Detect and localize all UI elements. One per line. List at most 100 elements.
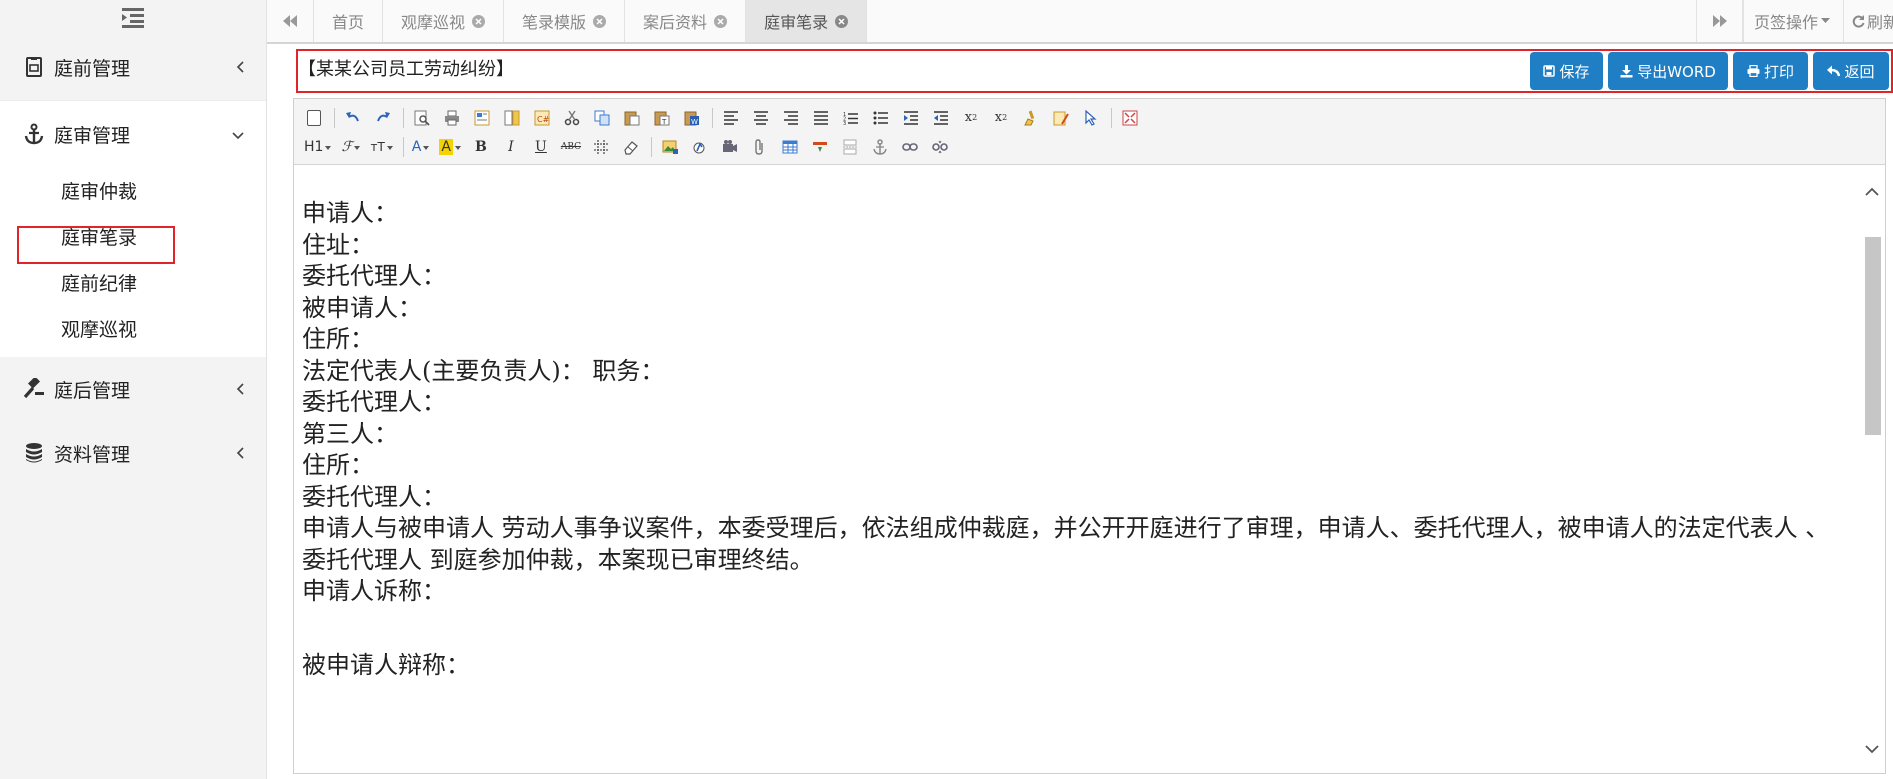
brush-icon[interactable] [1021, 108, 1041, 128]
font-size-dropdown[interactable]: ᴛT [370, 137, 394, 157]
subscript-icon[interactable]: x2 [961, 108, 981, 128]
sidebar-group-pretrial[interactable]: 庭前管理 [0, 34, 266, 100]
tab-label: 首页 [332, 13, 365, 32]
caret-down-icon [1821, 18, 1831, 23]
close-icon[interactable] [714, 14, 728, 28]
editor-scrollbar[interactable] [1855, 165, 1885, 773]
underline-icon[interactable]: U [531, 137, 551, 157]
scroll-down-icon[interactable] [1863, 743, 1881, 755]
sidebar: 庭前管理 庭审管理 庭审仲裁 庭审笔录 庭前纪律 观摩巡视 庭后管理 资料管理 [0, 0, 267, 779]
tab-label: 观摩巡视 [401, 13, 466, 32]
link-icon[interactable] [900, 137, 920, 157]
attachment-icon[interactable] [750, 137, 770, 157]
sidebar-item-observe-patrol[interactable]: 观摩巡视 [0, 305, 266, 351]
copy-icon[interactable] [592, 108, 612, 128]
italic-icon[interactable]: I [501, 137, 521, 157]
close-icon[interactable] [835, 14, 849, 28]
close-icon[interactable] [472, 14, 486, 28]
anchor-icon [22, 122, 46, 146]
paste-text-icon[interactable]: T [652, 108, 672, 128]
tab-scroll-right-button[interactable] [1696, 0, 1743, 42]
tab-trial-record[interactable]: 庭审笔录 [746, 0, 868, 42]
print-button[interactable]: 打印 [1733, 52, 1808, 90]
tab-label: 笔录模版 [522, 13, 587, 32]
select-all-icon[interactable] [1051, 108, 1071, 128]
save-label: 保存 [1559, 62, 1590, 81]
tab-bar: 首页 观摩巡视 笔录模版 案后资料 庭审笔录 页签操作 刷新 [267, 0, 1893, 44]
strikethrough-icon[interactable]: ABC [561, 137, 581, 157]
heading-dropdown[interactable]: H1 [304, 137, 332, 157]
ordered-list-icon[interactable]: 123 [841, 108, 861, 128]
tab-home[interactable]: 首页 [314, 0, 384, 42]
chevron-down-icon [232, 123, 244, 145]
align-justify-icon[interactable] [811, 108, 831, 128]
refresh-button[interactable]: 刷新 [1843, 0, 1893, 42]
font-family-dropdown[interactable]: ℱ [341, 137, 361, 157]
tab-observe-patrol[interactable]: 观摩巡视 [383, 0, 505, 42]
undo-icon[interactable] [343, 108, 363, 128]
save-button[interactable]: 保存 [1530, 52, 1603, 90]
back-button[interactable]: 返回 [1813, 52, 1889, 90]
svg-text:T: T [661, 118, 667, 126]
bold-icon[interactable]: B [471, 137, 491, 157]
sidebar-group-materials[interactable]: 资料管理 [0, 421, 266, 485]
superscript-icon[interactable]: x2 [991, 108, 1011, 128]
horizontal-rule-icon[interactable] [810, 137, 830, 157]
table-border-icon[interactable] [591, 137, 611, 157]
tab-scroll-left-button[interactable] [267, 0, 314, 42]
unordered-list-icon[interactable] [871, 108, 891, 128]
cursor-icon[interactable] [1081, 108, 1101, 128]
sidebar-item-pretrial-discipline[interactable]: 庭前纪律 [0, 259, 266, 305]
sidebar-group-trial[interactable]: 庭审管理 [0, 100, 266, 167]
cut-icon[interactable] [562, 108, 582, 128]
font-color-dropdown[interactable]: A [412, 137, 430, 157]
close-icon[interactable] [593, 14, 607, 28]
eraser-icon[interactable] [621, 137, 641, 157]
scroll-up-icon[interactable] [1863, 185, 1881, 197]
sidebar-item-trial-record[interactable]: 庭审笔录 [0, 213, 266, 259]
highlight-color-dropdown[interactable]: A [439, 137, 461, 157]
save-icon [1543, 65, 1556, 77]
refresh-label: 刷新 [1867, 13, 1893, 32]
export-word-button[interactable]: 导出WORD [1608, 52, 1728, 90]
sidebar-group-label: 资料管理 [54, 443, 131, 466]
table-icon[interactable] [780, 137, 800, 157]
outdent-icon[interactable] [931, 108, 951, 128]
video-icon[interactable] [720, 137, 740, 157]
sidebar-toggle[interactable] [0, 0, 266, 34]
indent-icon[interactable] [901, 108, 921, 128]
editor-content[interactable]: 申请人： 住址： 委托代理人： 被申请人： 住所： 法定代表人(主要负责人)： … [302, 177, 1851, 773]
paste-word-icon[interactable]: W [682, 108, 702, 128]
unlink-icon[interactable] [930, 137, 950, 157]
print-icon[interactable] [442, 108, 462, 128]
tab-post-case-materials[interactable]: 案后资料 [625, 0, 747, 42]
columns-icon[interactable] [502, 108, 522, 128]
export-word-label: 导出WORD [1637, 62, 1716, 81]
sidebar-group-posttrial[interactable]: 庭后管理 [0, 357, 266, 421]
align-left-icon[interactable] [721, 108, 741, 128]
fullscreen-icon[interactable] [1120, 108, 1140, 128]
menu-collapse-icon[interactable] [120, 6, 146, 28]
align-center-icon[interactable] [751, 108, 771, 128]
toolbar-row-2: H1 ℱ ᴛT A A B I U ABC [304, 132, 1877, 161]
document-line: 委托代理人： [302, 388, 446, 416]
document-line: 被申请人： [302, 293, 422, 322]
align-right-icon[interactable] [781, 108, 801, 128]
anchor-icon[interactable] [870, 137, 890, 157]
paste-icon[interactable] [622, 108, 642, 128]
tab-label: 案后资料 [643, 13, 708, 32]
source-icon[interactable] [304, 108, 324, 128]
preview-icon[interactable] [412, 108, 432, 128]
redo-icon[interactable] [373, 108, 393, 128]
tab-record-template[interactable]: 笔录模版 [504, 0, 626, 42]
document-icon [22, 55, 46, 79]
code-icon[interactable]: C# [532, 108, 552, 128]
page-break-icon[interactable] [840, 137, 860, 157]
sidebar-item-trial-arbitration[interactable]: 庭审仲裁 [0, 167, 266, 213]
scrollbar-thumb[interactable] [1865, 237, 1881, 435]
tab-operations-dropdown[interactable]: 页签操作 [1743, 0, 1843, 42]
back-label: 返回 [1844, 62, 1875, 81]
image-icon[interactable] [660, 137, 680, 157]
template-icon[interactable] [472, 108, 492, 128]
flash-icon[interactable] [690, 137, 710, 157]
